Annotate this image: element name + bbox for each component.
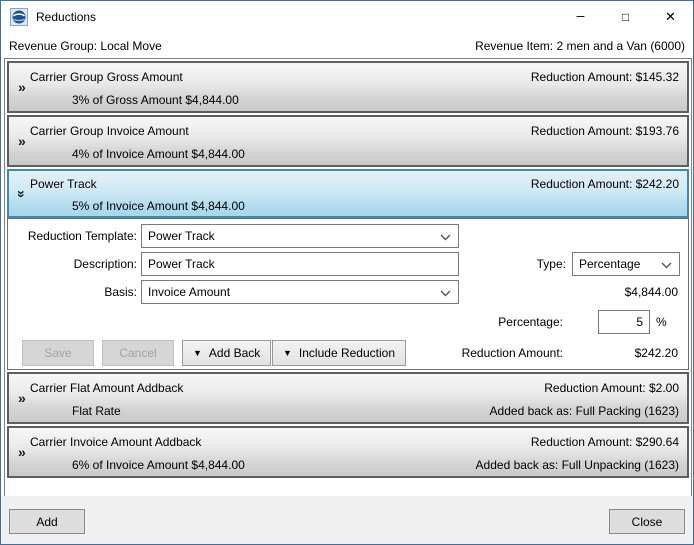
percentage-label: Percentage: <box>463 310 563 334</box>
add-reduction-button[interactable]: Add <box>9 509 85 534</box>
collapse-chevron-icon[interactable]: » <box>15 190 29 198</box>
panel-subtitle: 6% of Invoice Amount $4,844.00 <box>72 458 245 472</box>
dropdown-triangle-icon: ▼ <box>283 348 292 358</box>
panel-added-back: Added back as: Full Packing (1623) <box>490 404 679 418</box>
reduction-panel-carrier-flat-addback[interactable]: » Carrier Flat Amount Addback Reduction … <box>7 372 689 424</box>
maximize-button[interactable]: □ <box>603 1 648 33</box>
titlebar: Reductions – □ ✕ <box>1 1 693 33</box>
panel-reduction-amount: Reduction Amount: $193.76 <box>531 124 679 138</box>
revenue-item-label: Revenue Item: 2 men and a Van (6000) <box>475 39 685 53</box>
basis-label: Basis: <box>12 280 137 304</box>
revenue-header: Revenue Group: Local Move Revenue Item: … <box>1 33 693 58</box>
app-icon <box>10 8 28 26</box>
type-combobox[interactable]: Percentage <box>572 252 680 276</box>
percent-suffix: % <box>656 310 672 334</box>
description-field[interactable] <box>141 252 459 276</box>
cancel-button[interactable]: Cancel <box>102 340 174 366</box>
panel-title: Power Track <box>30 177 97 191</box>
basis-combobox[interactable]: Invoice Amount <box>141 280 459 304</box>
minimize-button[interactable]: – <box>558 1 603 33</box>
chevron-down-icon <box>440 290 451 297</box>
percentage-field[interactable] <box>598 310 650 334</box>
panel-title: Carrier Group Invoice Amount <box>30 124 189 138</box>
panel-added-back: Added back as: Full Unpacking (1623) <box>476 458 679 472</box>
revenue-group-label: Revenue Group: Local Move <box>9 39 162 53</box>
panel-title: Carrier Flat Amount Addback <box>30 381 183 395</box>
type-label: Type: <box>506 252 566 276</box>
chevron-down-icon <box>440 234 451 241</box>
chevron-down-icon <box>661 262 672 269</box>
panel-title: Carrier Group Gross Amount <box>30 70 183 84</box>
save-button[interactable]: Save <box>22 340 94 366</box>
reduction-panel-power-track[interactable]: » Power Track Reduction Amount: $242.20 … <box>7 169 689 218</box>
close-button[interactable]: ✕ <box>648 1 693 33</box>
panel-subtitle: Flat Rate <box>72 404 121 418</box>
reduction-amount-label: Reduction Amount: <box>423 340 563 364</box>
basis-amount: $4,844.00 <box>578 280 678 304</box>
add-back-button[interactable]: ▼ Add Back <box>182 340 271 366</box>
reduction-panel-carrier-invoice-addback[interactable]: » Carrier Invoice Amount Addback Reducti… <box>7 426 689 478</box>
reduction-amount-value: $242.20 <box>588 340 678 364</box>
panel-reduction-amount: Reduction Amount: $290.64 <box>531 435 679 449</box>
reductions-dialog: Reductions – □ ✕ Revenue Group: Local Mo… <box>0 0 694 545</box>
description-label: Description: <box>12 252 137 276</box>
dialog-footer: Add Close <box>1 496 693 544</box>
reduction-template-label: Reduction Template: <box>12 224 137 248</box>
reduction-panel-carrier-group-invoice[interactable]: » Carrier Group Invoice Amount Reduction… <box>7 115 689 167</box>
expand-chevron-icon[interactable]: » <box>18 391 26 405</box>
reductions-list: » Carrier Group Gross Amount Reduction A… <box>4 58 692 497</box>
expand-chevron-icon[interactable]: » <box>18 80 26 94</box>
expand-chevron-icon[interactable]: » <box>18 134 26 148</box>
reduction-template-combobox[interactable]: Power Track <box>141 224 459 248</box>
reduction-panel-carrier-group-gross[interactable]: » Carrier Group Gross Amount Reduction A… <box>7 61 689 113</box>
panel-title: Carrier Invoice Amount Addback <box>30 435 201 449</box>
dropdown-triangle-icon: ▼ <box>193 348 202 358</box>
panel-reduction-amount: Reduction Amount: $242.20 <box>531 177 679 191</box>
include-reduction-button[interactable]: ▼ Include Reduction <box>272 340 406 366</box>
panel-reduction-amount: Reduction Amount: $145.32 <box>531 70 679 84</box>
panel-reduction-amount: Reduction Amount: $2.00 <box>544 381 679 395</box>
window-title: Reductions <box>36 10 96 24</box>
expand-chevron-icon[interactable]: » <box>18 445 26 459</box>
panel-subtitle: 3% of Gross Amount $4,844.00 <box>72 93 239 107</box>
reduction-edit-form: Reduction Template: Power Track Descript… <box>7 218 689 370</box>
panel-subtitle: 4% of Invoice Amount $4,844.00 <box>72 147 245 161</box>
panel-subtitle: 5% of Invoice Amount $4,844.00 <box>72 199 245 213</box>
close-dialog-button[interactable]: Close <box>609 509 685 534</box>
